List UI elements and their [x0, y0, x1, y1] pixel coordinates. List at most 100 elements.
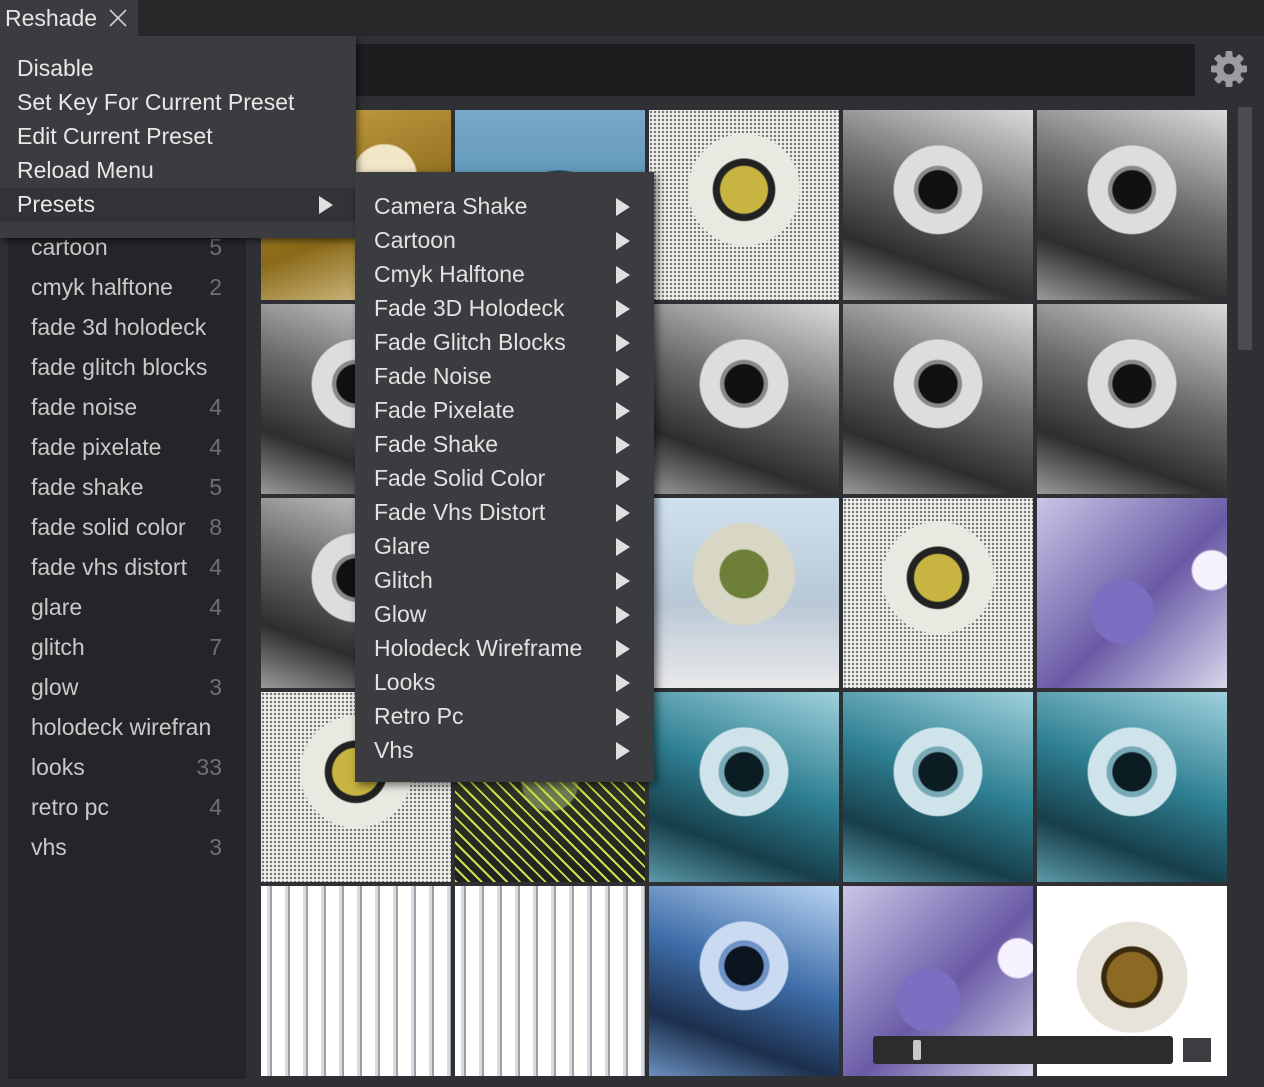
submenu-item-glow[interactable]: Glow — [355, 598, 654, 632]
presets-submenu: Camera Shake Cartoon Cmyk Halftone Fade 3D … — [355, 172, 654, 782]
submenu-item-vhs[interactable]: Vhs — [355, 734, 654, 768]
submenu-arrow-icon — [616, 334, 630, 352]
preset-thumbnail[interactable] — [455, 886, 645, 1076]
menu-item-presets[interactable]: Presets — [0, 188, 356, 222]
submenu-item-label: Fade Glitch Blocks — [374, 329, 566, 355]
sidebar-item-glare[interactable]: glare 4 — [31, 590, 246, 626]
menu-item-disable[interactable]: Disable — [0, 52, 356, 86]
submenu-item-label: Fade Vhs Distort — [374, 499, 546, 525]
menu-item-label: Edit Current Preset — [17, 123, 213, 149]
sidebar-item-count: 7 — [209, 634, 222, 660]
submenu-item-label: Glitch — [374, 567, 433, 593]
submenu-item-holodeck-wireframe[interactable]: Holodeck Wireframe — [355, 632, 654, 666]
submenu-item-camera-shake[interactable]: Camera Shake — [355, 190, 654, 224]
submenu-arrow-icon — [616, 674, 630, 692]
submenu-arrow-icon — [616, 470, 630, 488]
submenu-arrow-icon — [616, 402, 630, 420]
gear-icon[interactable] — [1210, 50, 1248, 88]
submenu-item-label: Fade Shake — [374, 431, 499, 457]
close-icon[interactable] — [108, 8, 128, 28]
submenu-item-fade-pixelate[interactable]: Fade Pixelate — [355, 394, 654, 428]
sidebar-item-fade-noise[interactable]: fade noise 4 — [31, 390, 246, 426]
preset-thumbnail[interactable] — [1037, 110, 1227, 300]
sidebar-item-count: 2 — [209, 274, 222, 300]
menu-item-set-key[interactable]: Set Key For Current Preset — [0, 86, 356, 120]
preset-thumbnail[interactable] — [649, 110, 839, 300]
submenu-item-retro-pc[interactable]: Retro Pc — [355, 700, 654, 734]
submenu-item-label: Glare — [374, 533, 431, 559]
submenu-item-looks[interactable]: Looks — [355, 666, 654, 700]
preset-thumbnail[interactable] — [843, 110, 1033, 300]
sidebar-item-retro-pc[interactable]: retro pc 4 — [31, 790, 246, 826]
submenu-arrow-icon — [616, 640, 630, 658]
menu-item-label: Set Key For Current Preset — [17, 89, 295, 115]
submenu-item-label: Looks — [374, 669, 436, 695]
submenu-item-label: Fade Solid Color — [374, 465, 546, 491]
submenu-item-label: Glow — [374, 601, 427, 627]
sidebar-item-count: 4 — [209, 554, 222, 580]
sidebar-item-glow[interactable]: glow 3 — [31, 670, 246, 706]
vertical-scrollbar[interactable] — [1238, 107, 1252, 350]
sidebar-item-holodeck-wireframe[interactable]: holodeck wirefran — [31, 710, 246, 746]
sidebar-item-fade-glitch-blocks[interactable]: fade glitch blocks — [31, 350, 246, 386]
submenu-item-label: Fade 3D Holodeck — [374, 295, 565, 321]
preset-thumbnail[interactable] — [649, 886, 839, 1076]
sidebar-item-glitch[interactable]: glitch 7 — [31, 630, 246, 666]
submenu-item-glare[interactable]: Glare — [355, 530, 654, 564]
preset-thumbnail[interactable] — [843, 304, 1033, 494]
sidebar-item-fade-3d-holodeck[interactable]: fade 3d holodeck — [31, 310, 246, 346]
sidebar-item-label: fade shake — [31, 474, 144, 500]
submenu-item-fade-glitch-blocks[interactable]: Fade Glitch Blocks — [355, 326, 654, 360]
preset-thumbnail[interactable] — [649, 304, 839, 494]
sidebar-item-fade-shake[interactable]: fade shake 5 — [31, 470, 246, 506]
sidebar-item-count: 4 — [209, 434, 222, 460]
preset-thumbnail[interactable] — [1037, 304, 1227, 494]
preset-thumbnail[interactable] — [261, 886, 451, 1076]
preset-thumbnail[interactable] — [649, 498, 839, 688]
preset-thumbnail[interactable] — [1037, 692, 1227, 882]
submenu-item-cmyk-halftone[interactable]: Cmyk Halftone — [355, 258, 654, 292]
preset-thumbnail[interactable] — [1037, 498, 1227, 688]
preset-thumbnail[interactable] — [843, 692, 1033, 882]
menu-item-reload-menu[interactable]: Reload Menu — [0, 154, 356, 188]
sidebar-item-count: 5 — [209, 474, 222, 500]
submenu-item-fade-3d-holodeck[interactable]: Fade 3D Holodeck — [355, 292, 654, 326]
submenu-arrow-icon — [616, 742, 630, 760]
scrollbar-thumb[interactable] — [913, 1040, 921, 1060]
submenu-arrow-icon — [616, 572, 630, 590]
menu-item-edit-preset[interactable]: Edit Current Preset — [0, 120, 356, 154]
sidebar-item-fade-vhs-distort[interactable]: fade vhs distort 4 — [31, 550, 246, 586]
sidebar-item-label: glare — [31, 594, 83, 620]
tab-reshade[interactable]: Reshade — [0, 0, 138, 36]
sidebar-item-label: glow — [31, 674, 79, 700]
preset-thumbnail[interactable] — [843, 498, 1033, 688]
sidebar-item-cmyk-halftone[interactable]: cmyk halftone 2 — [31, 270, 246, 306]
sidebar-item-fade-pixelate[interactable]: fade pixelate 4 — [31, 430, 246, 466]
context-menu: Disable Set Key For Current Preset Edit … — [0, 36, 356, 238]
horizontal-scrollbar[interactable] — [873, 1036, 1173, 1064]
tab-bar: Reshade — [0, 0, 1264, 36]
search-input[interactable] — [355, 44, 1195, 96]
submenu-item-cartoon[interactable]: Cartoon — [355, 224, 654, 258]
sidebar-item-count: 5 — [209, 234, 222, 260]
sidebar-item-label: holodeck wirefran — [31, 714, 212, 740]
scrollbar-corner — [1183, 1038, 1211, 1062]
preset-thumbnail[interactable] — [649, 692, 839, 882]
sidebar-item-fade-solid-color[interactable]: fade solid color 8 — [31, 510, 246, 546]
submenu-arrow-icon — [616, 300, 630, 318]
submenu-item-fade-solid-color[interactable]: Fade Solid Color — [355, 462, 654, 496]
submenu-arrow-icon — [616, 198, 630, 216]
sidebar-item-vhs[interactable]: vhs 3 — [31, 830, 246, 866]
submenu-item-fade-vhs-distort[interactable]: Fade Vhs Distort — [355, 496, 654, 530]
menu-item-label: Disable — [17, 55, 94, 81]
sidebar-item-looks[interactable]: looks 33 — [31, 750, 246, 786]
submenu-item-glitch[interactable]: Glitch — [355, 564, 654, 598]
sidebar-item-label: fade 3d holodeck — [31, 314, 207, 340]
sidebar-item-count: 33 — [196, 754, 222, 780]
submenu-item-label: Vhs — [374, 737, 414, 763]
submenu-item-fade-shake[interactable]: Fade Shake — [355, 428, 654, 462]
menu-item-label: Presets — [17, 191, 95, 217]
sidebar-item-count: 4 — [209, 594, 222, 620]
submenu-arrow-icon — [616, 538, 630, 556]
submenu-item-fade-noise[interactable]: Fade Noise — [355, 360, 654, 394]
